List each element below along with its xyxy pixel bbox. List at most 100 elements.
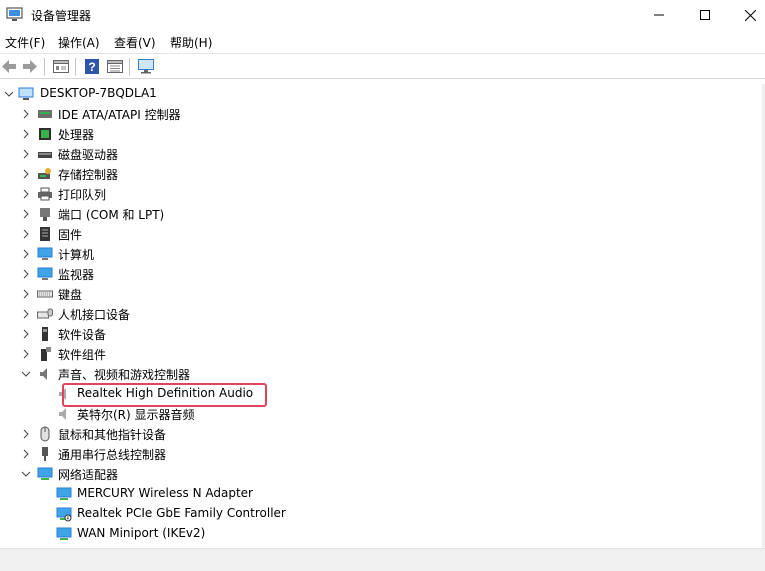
tree-item-keyboard[interactable]: 键盘 [0,284,760,304]
help-icon[interactable]: ? [83,58,101,75]
tree-root[interactable]: DESKTOP-7BQDLA1 [0,84,760,104]
mouse-icon [40,426,50,442]
disk-drive-icon [38,152,52,158]
tree-item-mercury-wireless[interactable]: MERCURY Wireless N Adapter [0,484,760,504]
menu-action[interactable]: 操作(A) [58,34,100,51]
chevron-right-icon[interactable] [20,144,32,164]
tree-item-network-adapters[interactable]: 网络适配器 [0,464,760,484]
tree-item-software-components[interactable]: 软件组件 [0,344,760,364]
tree-item-label: 网络适配器 [58,468,119,482]
tree-item-mice[interactable]: 鼠标和其他指针设备 [0,424,760,444]
svg-text:?: ? [88,60,95,74]
chevron-right-icon[interactable] [20,424,32,444]
chevron-right-icon[interactable] [20,224,32,244]
monitor-icon [37,267,53,280]
tree-item-hid[interactable]: 人机接口设备 [0,304,760,324]
tree-item-label: 端口 (COM 和 LPT) [58,208,165,222]
menu-help[interactable]: 帮助(H) [170,34,212,51]
tree-item-label: 英特尔(R) 显示器音频 [77,408,195,422]
ide-controller-icon [38,110,52,118]
device-manager-icon [6,7,23,21]
tree-item-processor[interactable]: 处理器 [0,124,760,144]
chevron-right-icon[interactable] [20,184,32,204]
status-bar [0,548,765,571]
computer-icon [18,87,34,100]
tree-item-monitors[interactable]: 监视器 [0,264,760,284]
chevron-right-icon[interactable] [20,284,32,304]
forward-arrow-icon[interactable] [21,58,39,75]
chevron-right-icon[interactable] [20,204,32,224]
monitor-scan-icon[interactable] [137,58,155,75]
chevron-right-icon[interactable] [20,244,32,264]
processor-icon [39,128,51,140]
chevron-right-icon[interactable] [20,444,32,464]
menu-view[interactable]: 查看(V) [114,34,156,51]
tree-item-label: 磁盘驱动器 [58,148,119,162]
toolbar-separator [129,58,130,76]
tree-item-label: 键盘 [58,288,83,302]
chevron-right-icon[interactable] [20,164,32,184]
window-title: 设备管理器 [31,9,92,23]
tree-item-storage-controllers[interactable]: 存储控制器 [0,164,760,184]
chevron-right-icon[interactable] [20,344,32,364]
speaker-icon [59,408,66,420]
back-arrow-icon[interactable] [0,58,18,75]
tree-item-label: 计算机 [58,248,95,262]
tree-item-firmware[interactable]: 固件 [0,224,760,244]
close-icon [744,9,756,21]
tree-item-label: 软件组件 [58,348,107,362]
selection-highlight-box [62,383,267,407]
tree-item-ports[interactable]: 端口 (COM 和 LPT) [0,204,760,224]
chevron-right-icon[interactable] [20,264,32,284]
tree-item-label: Realtek PCIe GbE Family Controller [77,506,286,520]
tree-item-software-devices[interactable]: 软件设备 [0,324,760,344]
tree-item-wan-miniport[interactable]: WAN Miniport (IKEv2) [0,524,760,544]
network-adapter-icon [37,467,53,480]
speaker-icon [40,368,47,380]
network-adapter-icon [56,527,72,540]
tree-item-label: MERCURY Wireless N Adapter [77,486,253,500]
chevron-right-icon[interactable] [20,104,32,124]
tree-item-label: 监视器 [58,268,95,282]
toolbar: ? [0,53,765,79]
title-bar: 设备管理器 [0,0,765,30]
usb-icon [42,447,48,461]
chevron-down-icon[interactable] [20,364,32,384]
tree-item-computer[interactable]: 计算机 [0,244,760,264]
hid-icon [37,308,53,319]
tree-item-disk-drives[interactable]: 磁盘驱动器 [0,144,760,164]
firmware-icon [40,227,50,241]
chevron-right-icon[interactable] [20,124,32,144]
maximize-icon [700,10,710,20]
minimize-button[interactable] [636,0,682,30]
toolbar-separator [75,58,76,76]
chevron-down-icon[interactable] [3,84,15,104]
tree-item-ide[interactable]: IDE ATA/ATAPI 控制器 [0,104,760,124]
tree-item-usb[interactable]: 通用串行总线控制器 [0,444,760,464]
tree-item-label: 人机接口设备 [58,308,131,322]
tree-item-label: 处理器 [58,128,95,142]
software-device-icon [42,327,48,341]
tree-item-label: 软件设备 [58,328,107,342]
tree-item-label: 固件 [58,228,83,242]
tree-item-label: IDE ATA/ATAPI 控制器 [58,108,181,122]
tree-item-realtek-pcie[interactable]: Realtek PCIe GbE Family Controller [0,504,760,524]
details-icon[interactable] [106,58,124,75]
tree-item-label: 打印队列 [58,188,107,202]
tree-item-sound-video-game[interactable]: 声音、视频和游戏控制器 [0,364,760,384]
chevron-down-icon[interactable] [20,464,32,484]
menu-bar: 文件(F) 操作(A) 查看(V) 帮助(H) [0,30,765,52]
network-adapter-icon [56,507,72,522]
network-adapter-icon [56,487,72,500]
close-button[interactable] [727,0,765,30]
tree-item-label: WAN Miniport (IKEv2) [77,526,206,540]
tree-item-print-queue[interactable]: 打印队列 [0,184,760,204]
properties-icon[interactable] [52,58,70,75]
tree-root-label: DESKTOP-7BQDLA1 [40,86,157,100]
maximize-button[interactable] [682,0,728,30]
tree-item-intel-display-audio[interactable]: 英特尔(R) 显示器音频 [0,404,760,424]
chevron-right-icon[interactable] [20,304,32,324]
keyboard-icon [37,290,53,298]
chevron-right-icon[interactable] [20,324,32,344]
menu-file[interactable]: 文件(F) [5,34,45,51]
